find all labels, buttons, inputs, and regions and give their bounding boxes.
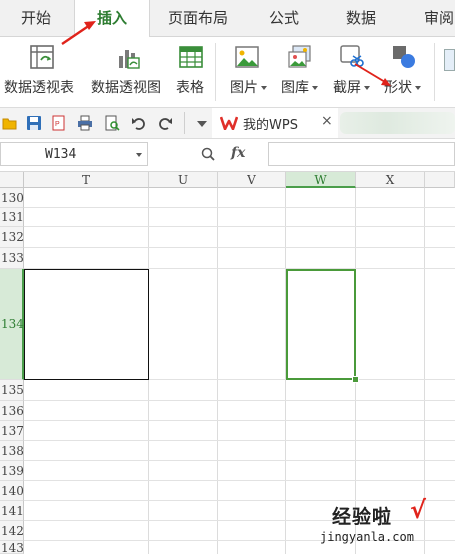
blurred-area — [340, 112, 455, 134]
row-header-141[interactable]: 141 — [0, 501, 24, 521]
ribbon-separator — [215, 43, 216, 101]
pivot-table-label: 数据透视表 — [4, 80, 74, 96]
row-header-140[interactable]: 140 — [0, 481, 24, 501]
tab-home[interactable]: 开始 — [0, 0, 72, 36]
formula-input[interactable] — [268, 142, 455, 166]
select-all-corner[interactable] — [0, 172, 24, 188]
column-header-v[interactable]: V — [218, 172, 286, 188]
textbox-icon[interactable] — [444, 49, 455, 71]
pivot-chart-label: 数据透视图 — [91, 80, 161, 96]
watermark-check: √ — [410, 496, 427, 524]
save-icon[interactable] — [26, 115, 42, 131]
chevron-down-icon — [364, 86, 370, 90]
grid-line — [24, 440, 455, 441]
row-header-137[interactable]: 137 — [0, 421, 24, 441]
customize-dropdown-icon[interactable] — [197, 121, 207, 127]
formula-bar: W134 fx — [0, 139, 455, 172]
column-header-w[interactable]: W — [286, 172, 356, 188]
fill-handle[interactable] — [352, 376, 359, 383]
screenshot-label: 截屏 — [333, 77, 370, 97]
print-preview-icon[interactable] — [104, 115, 120, 131]
tab-review[interactable]: 审阅 — [414, 0, 455, 36]
row-header-131[interactable]: 131 — [0, 208, 24, 227]
grid-line — [24, 420, 455, 421]
picture-icon — [235, 46, 259, 68]
pivot-table-icon — [30, 45, 54, 69]
grid-line — [24, 460, 455, 461]
chevron-down-icon — [312, 86, 318, 90]
row-header-130[interactable]: 130 — [0, 188, 24, 208]
ribbon-separator — [434, 43, 435, 101]
column-header-t[interactable]: T — [24, 172, 149, 188]
name-box[interactable]: W134 — [0, 142, 148, 166]
document-tab-my-wps[interactable]: 我的WPS × — [212, 108, 338, 138]
tab-page-layout[interactable]: 页面布局 — [150, 0, 246, 36]
shapes-icon — [393, 46, 415, 68]
column-header-next[interactable] — [425, 172, 455, 188]
close-icon[interactable]: × — [321, 113, 333, 129]
chevron-down-icon[interactable] — [136, 153, 142, 157]
document-tab-label: 我的WPS — [243, 118, 298, 133]
grid-line — [24, 480, 455, 481]
watermark: 经验啦 √ jingyanla.com — [320, 496, 455, 554]
svg-text:P: P — [55, 121, 60, 128]
column-header-u[interactable]: U — [149, 172, 218, 188]
table-icon — [179, 46, 203, 68]
pivot-table-button[interactable]: 数据透视表 — [0, 37, 84, 107]
spreadsheet-grid[interactable]: T U V W X 130 131 132 133 134 135 136 13… — [0, 172, 455, 555]
grid-line — [24, 400, 455, 401]
pivot-chart-icon — [119, 50, 140, 69]
chevron-down-icon — [415, 86, 421, 90]
picture-button[interactable]: 图片 — [224, 37, 272, 107]
grid-line — [24, 226, 455, 227]
print-icon[interactable] — [77, 115, 93, 131]
table-button[interactable]: 表格 — [174, 37, 210, 107]
screenshot-icon — [340, 45, 364, 67]
watermark-text: 经验啦 — [332, 506, 393, 528]
insert-ribbon: 数据透视表 数据透视图 表格 图片 图库 截屏 形状 — [0, 37, 455, 108]
screenshot-button[interactable]: 截屏 — [330, 37, 380, 107]
export-pdf-icon[interactable]: P — [51, 115, 67, 131]
wps-logo-icon — [220, 116, 238, 130]
row-header-135[interactable]: 135 — [0, 380, 24, 401]
picture-label: 图片 — [230, 77, 267, 97]
pivot-chart-button[interactable]: 数据透视图 — [88, 37, 172, 107]
tab-insert[interactable]: 插入 — [74, 0, 150, 37]
insert-function-icon[interactable]: fx — [231, 145, 245, 161]
row-header-142[interactable]: 142 — [0, 521, 24, 541]
grid-line — [24, 500, 455, 501]
name-box-value: W134 — [45, 147, 77, 162]
chevron-down-icon — [261, 86, 267, 90]
grid-line — [24, 247, 455, 248]
column-header-x[interactable]: X — [356, 172, 425, 188]
grid-line — [24, 207, 455, 208]
gallery-label: 图库 — [281, 77, 318, 97]
cell-t134-bordered[interactable] — [24, 269, 149, 380]
shapes-button[interactable]: 形状 — [380, 37, 430, 107]
table-label: 表格 — [176, 80, 204, 96]
active-cell-w134[interactable] — [286, 269, 356, 380]
row-header-132[interactable]: 132 — [0, 227, 24, 248]
row-header-136[interactable]: 136 — [0, 401, 24, 421]
undo-icon[interactable] — [131, 115, 147, 131]
row-header-139[interactable]: 139 — [0, 461, 24, 481]
watermark-url: jingyanla.com — [320, 530, 414, 544]
row-header-134[interactable]: 134 — [0, 269, 24, 380]
gallery-icon — [288, 45, 311, 68]
tab-data[interactable]: 数据 — [322, 0, 400, 36]
row-header-138[interactable]: 138 — [0, 441, 24, 461]
shapes-label: 形状 — [384, 77, 421, 97]
ribbon-tab-bar: 开始 插入 页面布局 公式 数据 审阅 — [0, 0, 455, 37]
tab-formulas[interactable]: 公式 — [246, 0, 322, 36]
zoom-icon[interactable] — [201, 147, 215, 161]
gallery-button[interactable]: 图库 — [276, 37, 328, 107]
toolbar-separator — [184, 112, 185, 134]
redo-icon[interactable] — [157, 115, 173, 131]
row-header-133[interactable]: 133 — [0, 248, 24, 269]
row-header-143[interactable]: 143 — [0, 541, 24, 555]
open-folder-icon[interactable] — [2, 115, 18, 131]
